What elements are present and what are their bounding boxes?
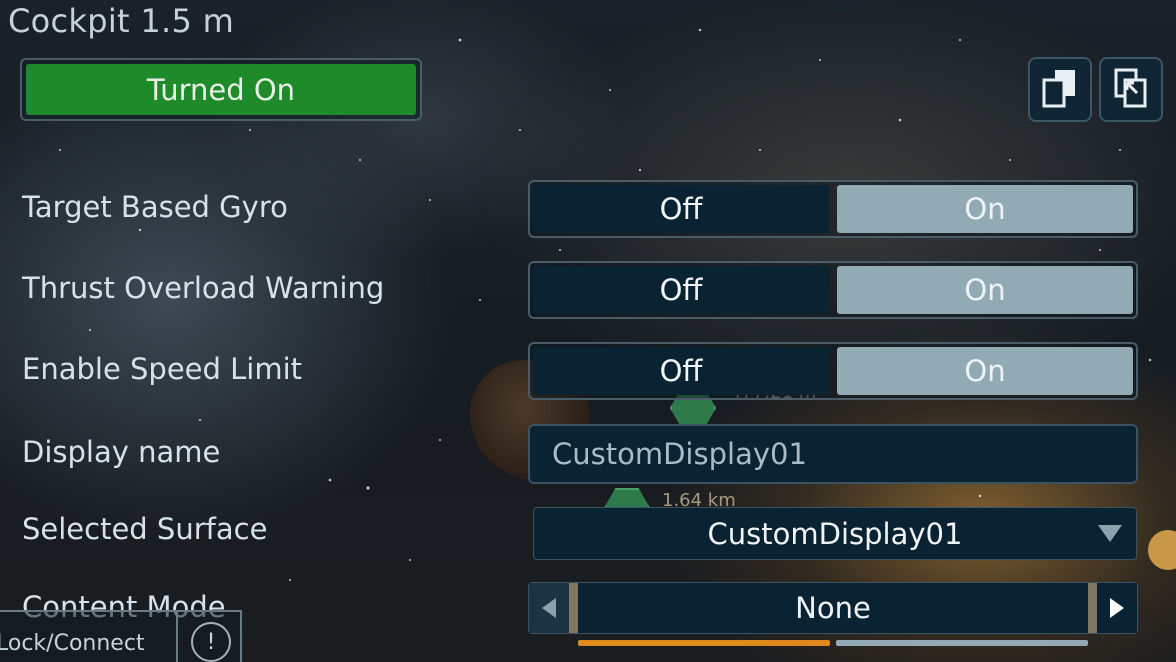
arrow-right-icon [1110, 598, 1124, 618]
content-mode-prev-button[interactable] [529, 583, 569, 633]
target-gyro-off-button[interactable]: Off [533, 185, 829, 233]
chevron-down-icon [1098, 525, 1122, 542]
target-gyro-on-button[interactable]: On [837, 185, 1133, 233]
speed-limit-off-button[interactable]: Off [533, 347, 829, 395]
display-name-input[interactable]: CustomDisplay01 [528, 424, 1138, 484]
power-toggle-button[interactable]: Turned On [20, 58, 422, 121]
stepper-divider [1088, 583, 1097, 633]
target-gyro-toggle: Off On [528, 180, 1138, 238]
selected-surface-label: Selected Surface [22, 512, 268, 546]
speed-limit-toggle: Off On [528, 342, 1138, 400]
stepper-divider [569, 583, 578, 633]
content-mode-selector: None [528, 582, 1138, 634]
content-mode-value: None [795, 591, 871, 625]
content-mode-slider[interactable] [578, 640, 1088, 646]
selected-surface-dropdown[interactable]: CustomDisplay01 [533, 507, 1137, 560]
speed-limit-on-button[interactable]: On [837, 347, 1133, 395]
block-title: Cockpit 1.5 m [8, 2, 235, 40]
slider-rest [836, 640, 1088, 646]
thrust-warning-on-button[interactable]: On [837, 266, 1133, 314]
copy-icon [1040, 67, 1080, 113]
hint-divider [176, 612, 178, 662]
paste-button[interactable] [1099, 57, 1163, 122]
paste-icon [1111, 67, 1151, 113]
display-name-label: Display name [22, 435, 221, 469]
thrust-warning-toggle: Off On [528, 261, 1138, 319]
arrow-left-icon [542, 598, 556, 618]
hint-lock-connect: Lock/Connect [0, 631, 145, 656]
target-gyro-label: Target Based Gyro [22, 190, 288, 224]
thrust-warning-off-button[interactable]: Off [533, 266, 829, 314]
thrust-warning-label: Thrust Overload Warning [22, 271, 385, 305]
selected-surface-value: CustomDisplay01 [707, 516, 963, 551]
speed-limit-label: Enable Speed Limit [22, 352, 303, 386]
copy-button[interactable] [1028, 57, 1092, 122]
slider-fill [578, 640, 830, 646]
info-circle-icon: ! [191, 622, 231, 662]
content-mode-next-button[interactable] [1097, 583, 1137, 633]
planet-backdrop [1148, 530, 1176, 570]
power-toggle-label: Turned On [26, 64, 416, 115]
